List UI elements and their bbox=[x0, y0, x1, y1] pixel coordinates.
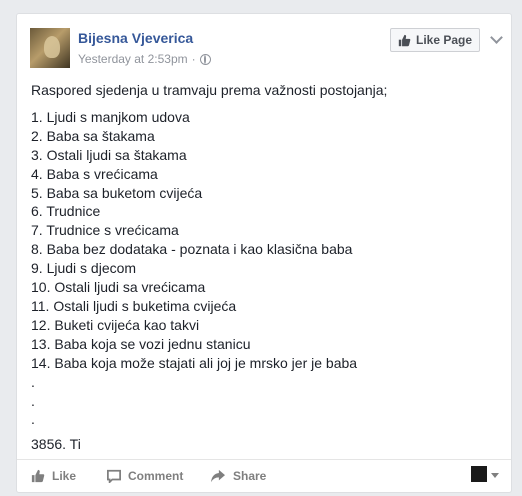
post-card: Bijesna Vjeverica Yesterday at 2:53pm · … bbox=[16, 13, 512, 493]
thumbs-up-icon bbox=[31, 469, 45, 483]
share-icon bbox=[211, 469, 225, 483]
thumbs-up-icon bbox=[398, 34, 411, 46]
like-label: Like bbox=[52, 469, 77, 483]
last-line: 3856. Ti bbox=[31, 436, 81, 453]
viewer-avatar[interactable] bbox=[471, 466, 487, 482]
list-item: 13. Baba koja se vozi jednu stanicu bbox=[31, 335, 251, 352]
ellipsis-dot: . bbox=[31, 392, 35, 409]
list-item: 14. Baba koja može stajati ali joj je mr… bbox=[31, 354, 358, 371]
like-page-label: Like Page bbox=[415, 33, 473, 47]
list-item: 12. Buketi cvijeća kao takvi bbox=[31, 316, 200, 333]
list-item: 11. Ostali ljudi s buketima cvijeća bbox=[31, 297, 237, 314]
ellipsis-dot: . bbox=[31, 373, 35, 390]
list-item: 6. Trudnice bbox=[31, 203, 101, 220]
ellipsis-dot: . bbox=[31, 411, 35, 428]
action-bar: Like Comment Share bbox=[17, 459, 511, 494]
list-item: 2. Baba sa štakama bbox=[31, 127, 155, 144]
post-meta: Yesterday at 2:53pm · bbox=[78, 52, 211, 66]
post-intro: Raspored sjedenja u tramvaju prema važno… bbox=[31, 82, 388, 98]
comment-icon bbox=[107, 469, 121, 483]
page-name-link[interactable]: Bijesna Vjeverica bbox=[78, 30, 193, 46]
page-avatar[interactable] bbox=[30, 28, 70, 68]
share-label: Share bbox=[233, 469, 267, 483]
comment-label: Comment bbox=[128, 469, 184, 483]
like-button[interactable]: Like bbox=[31, 469, 76, 483]
caret-down-icon[interactable] bbox=[491, 473, 499, 478]
list-item: 4. Baba s vrećicama bbox=[31, 165, 158, 182]
list-item: 8. Baba bez dodataka - poznata i kao kla… bbox=[31, 241, 353, 258]
post-body: Raspored sjedenja u tramvaju prema važno… bbox=[31, 81, 501, 454]
post-timestamp[interactable]: Yesterday at 2:53pm bbox=[78, 52, 188, 66]
like-page-button[interactable]: Like Page bbox=[390, 28, 480, 52]
list-item: 3. Ostali ljudi sa štakama bbox=[31, 146, 187, 163]
chevron-down-icon[interactable] bbox=[490, 31, 503, 44]
list-item: 1. Ljudi s manjkom udova bbox=[31, 108, 190, 125]
list-item: 7. Trudnice s vrećicama bbox=[31, 222, 179, 239]
list-item: 10. Ostali ljudi sa vrećicama bbox=[31, 279, 206, 296]
list-item: 5. Baba sa buketom cvijeća bbox=[31, 184, 203, 201]
meta-separator: · bbox=[191, 52, 196, 66]
comment-button[interactable]: Comment bbox=[107, 469, 183, 483]
share-button[interactable]: Share bbox=[210, 469, 266, 483]
globe-icon bbox=[199, 53, 211, 65]
list-item: 9. Ljudi s djecom bbox=[31, 260, 137, 277]
